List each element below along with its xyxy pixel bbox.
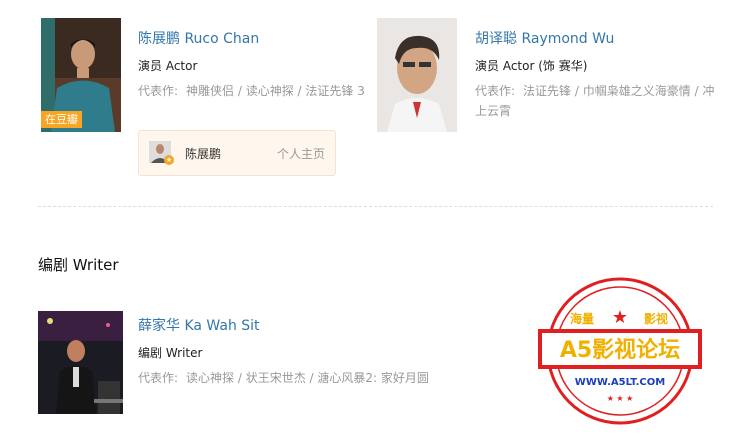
personal-homepage-box[interactable]: ★ 陈展鹏 个人主页 xyxy=(138,130,336,176)
works-label: 代表作: xyxy=(138,371,179,385)
works-list: 神雕侠侣 / 读心神探 / 法证先锋 3 xyxy=(186,84,365,98)
writer-photo[interactable] xyxy=(38,311,123,414)
home-name: 陈展鹏 xyxy=(185,147,222,161)
works-list: 读心神探 / 状王宋世杰 / 溏心风暴2: 家好月圆 xyxy=(186,371,429,385)
writer-works: 代表作: 读心神探 / 状王宋世杰 / 溏心风暴2: 家好月圆 xyxy=(138,368,518,388)
stamp-main-text: A5影视论坛 xyxy=(560,337,680,363)
cast-card-1: 在豆瓣 陈展鹏 Ruco Chan 演员 Actor 代表作: 神雕侠侣 / 读心… xyxy=(0,0,370,190)
stamp-bottom-stars-icon: ★ ★ ★ xyxy=(607,394,634,403)
verified-star-icon: ★ xyxy=(164,155,174,165)
cast-card-2: 胡译聪 Raymond Wu 演员 Actor (饰 赛华) 代表作: 法证先锋 … xyxy=(370,0,741,190)
cast-name-2[interactable]: 胡译聪 Raymond Wu xyxy=(475,28,614,48)
douban-badge: 在豆瓣 xyxy=(41,111,82,128)
writer-card: 薛家华 Ka Wah Sit 编剧 Writer 代表作: 读心神探 / 状王宋世… xyxy=(0,300,520,420)
homepage-link[interactable]: 个人主页 xyxy=(277,145,325,162)
stamp-url-text: WWW.A5LT.COM xyxy=(575,377,665,388)
cast-photo-1[interactable]: 在豆瓣 xyxy=(41,18,121,132)
works-label: 代表作: xyxy=(475,84,516,98)
writer-section-title: 编剧 Writer xyxy=(38,256,119,274)
stamp-top-right-text: 影视 xyxy=(644,311,668,326)
cast-name-1[interactable]: 陈展鹏 Ruco Chan xyxy=(138,28,259,48)
writer-name[interactable]: 薛家华 Ka Wah Sit xyxy=(138,315,260,335)
cast-photo-2[interactable] xyxy=(377,18,457,132)
cast-role-1: 演员 Actor xyxy=(138,59,198,73)
cast-works-2: 代表作: 法证先锋 / 巾帼枭雄之义海豪情 / 冲上云霄 xyxy=(475,81,715,121)
works-label: 代表作: xyxy=(138,84,179,98)
cast-works-1: 代表作: 神雕侠侣 / 读心神探 / 法证先锋 3 xyxy=(138,81,378,101)
section-divider xyxy=(38,206,713,207)
writer-role: 编剧 Writer xyxy=(138,346,203,360)
stamp-star-icon: ★ xyxy=(612,307,628,328)
stamp-top-text: 海量 xyxy=(570,311,594,326)
cast-role-2: 演员 Actor (饰 赛华) xyxy=(475,59,588,73)
a5lt-watermark-stamp: 海量 ★ 影视 A5影视论坛 WWW.A5LT.COM ★ ★ ★ xyxy=(536,275,704,427)
